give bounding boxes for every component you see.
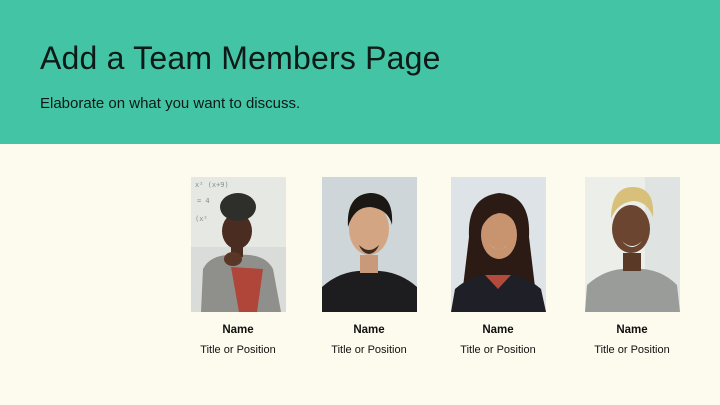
member-photo (584, 177, 680, 312)
member-position: Title or Position (200, 344, 276, 356)
member-position: Title or Position (460, 344, 536, 356)
team-member-card: Name Title or Position (309, 177, 429, 356)
page-subtitle: Elaborate on what you want to discuss. (40, 95, 301, 112)
svg-text:x² (x+9): x² (x+9) (195, 181, 229, 189)
member-name: Name (222, 324, 254, 336)
team-member-card: Name Title or Position (438, 177, 558, 356)
svg-text:(x²: (x² (195, 215, 208, 223)
member-photo (321, 177, 417, 312)
member-name: Name (353, 324, 385, 336)
page-title: Add a Team Members Page (40, 40, 441, 76)
member-photo (450, 177, 546, 312)
svg-text:= 4: = 4 (197, 197, 210, 205)
member-photo: x² (x+9) = 4 (x² (190, 177, 286, 312)
team-member-card: Name Title or Position (572, 177, 692, 356)
team-member-card: x² (x+9) = 4 (x² Name Title or Position (178, 177, 298, 356)
member-position: Title or Position (594, 344, 670, 356)
member-position: Title or Position (331, 344, 407, 356)
member-name: Name (616, 324, 648, 336)
member-name: Name (482, 324, 514, 336)
header-banner: Add a Team Members Page Elaborate on wha… (0, 0, 720, 144)
